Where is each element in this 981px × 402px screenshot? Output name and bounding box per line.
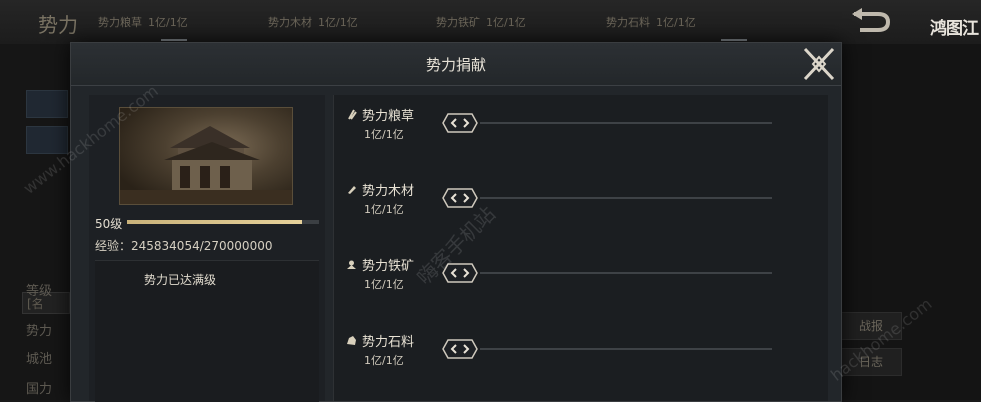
top-resource-grain: 势力粮草 1亿/1亿 [98, 16, 188, 29]
donation-row-grain: 势力粮草 1亿/1亿 [344, 103, 824, 157]
donation-panel: 势力粮草 1亿/1亿 势力木材 1亿/1亿 势力铁矿 1亿/1亿 势力石料 1亿… [333, 95, 828, 401]
donation-value: 1亿/1亿 [364, 128, 404, 141]
status-box: 势力已达满级 [95, 260, 319, 402]
slider-handle-icon[interactable] [442, 263, 478, 283]
background-right-sidebar: 战报 日志 [840, 44, 981, 400]
stone-icon [347, 336, 356, 345]
donation-value: 1亿/1亿 [364, 278, 404, 291]
donation-value: 1亿/1亿 [364, 354, 404, 367]
donation-modal: 势力捐献 50级 经验：245834054/270000000 势力已达满级 势… [70, 39, 842, 402]
slider-handle-icon[interactable] [442, 339, 478, 359]
battle-report-button: 战报 [840, 312, 902, 340]
donation-row-wood: 势力木材 1亿/1亿 [344, 178, 824, 232]
top-resource-bar: 势力 势力粮草 1亿/1亿 势力木材 1亿/1亿 势力铁矿 1亿/1亿 势力石料 1亿/… [0, 0, 981, 45]
donation-row-iron: 势力铁矿 1亿/1亿 [344, 253, 824, 307]
level-progress-bar [127, 220, 319, 224]
slider-track[interactable] [480, 348, 772, 350]
modal-header: 势力捐献 [71, 39, 841, 86]
top-resource-iron: 势力铁矿 1亿/1亿 [436, 16, 526, 29]
header-ornament-right [721, 39, 747, 51]
bg-tab-1 [26, 90, 68, 118]
game-logo: 鸿图江 [930, 19, 979, 39]
donation-value: 1亿/1亿 [364, 203, 404, 216]
donation-name: 势力铁矿 [362, 259, 415, 274]
slider-handle-icon[interactable] [442, 113, 478, 133]
wood-icon [348, 186, 356, 194]
donation-row-stone: 势力石料 1亿/1亿 [344, 329, 824, 383]
bg-label-power: 国力 [26, 382, 53, 397]
close-icon[interactable] [799, 45, 839, 83]
screen-title: 势力 [38, 13, 78, 37]
header-ornament-left [161, 39, 187, 51]
modal-title: 势力捐献 [425, 56, 486, 74]
donation-name: 势力木材 [362, 184, 415, 199]
grain-icon [348, 109, 357, 120]
max-level-status: 势力已达满级 [143, 273, 216, 287]
bg-tab-2 [26, 126, 68, 154]
slider-handle-icon[interactable] [442, 188, 478, 208]
experience-text: 经验：245834054/270000000 [95, 239, 273, 253]
slider-track[interactable] [480, 197, 772, 199]
top-resource-wood: 势力木材 1亿/1亿 [268, 16, 358, 29]
background-left-sidebar: [名 等级 势力 城池 国力 [0, 44, 70, 400]
slider-track[interactable] [480, 122, 772, 124]
log-button: 日志 [840, 348, 902, 376]
faction-level: 50级 [95, 217, 123, 231]
faction-building-image [119, 107, 293, 205]
level-progress-fill [127, 220, 302, 224]
faction-info-panel: 50级 经验：245834054/270000000 势力已达满级 [89, 95, 325, 402]
bg-label-level: 等级 [26, 284, 53, 299]
top-resource-stone: 势力石料 1亿/1亿 [606, 16, 696, 29]
bg-label-faction: 势力 [26, 324, 53, 339]
donation-name: 势力石料 [362, 335, 415, 350]
slider-track[interactable] [480, 272, 772, 274]
back-arrow-icon[interactable] [848, 6, 894, 36]
bg-label-city: 城池 [26, 352, 53, 367]
donation-name: 势力粮草 [362, 109, 415, 124]
iron-icon [347, 260, 356, 269]
